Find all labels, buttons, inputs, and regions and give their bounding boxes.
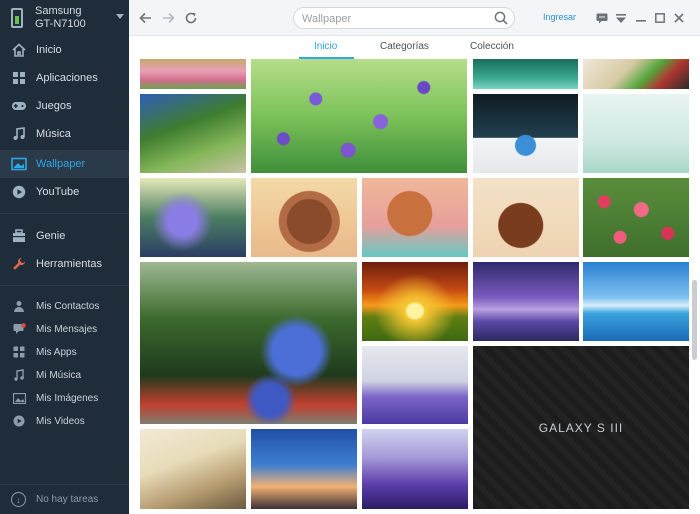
feedback-icon[interactable] bbox=[595, 11, 609, 25]
contacts-icon bbox=[11, 298, 27, 314]
tab-categorias[interactable]: Categorías bbox=[380, 41, 429, 52]
music-note-icon bbox=[11, 126, 27, 142]
wallpaper-thumbnail[interactable] bbox=[251, 59, 467, 173]
forward-arrow-icon[interactable] bbox=[160, 10, 176, 26]
sidebar-item-juegos[interactable]: Juegos bbox=[0, 92, 129, 120]
wallpaper-thumbnail[interactable] bbox=[473, 262, 579, 341]
sidebar: Samsung GT-N7100 Inicio Aplicaciones Jue… bbox=[0, 0, 129, 514]
play-icon bbox=[11, 184, 27, 200]
maximize-icon[interactable] bbox=[653, 11, 667, 25]
sidebar-item-inicio[interactable]: Inicio bbox=[0, 36, 129, 64]
search-icon[interactable] bbox=[494, 11, 508, 25]
gamepad-icon bbox=[11, 98, 27, 114]
device-name: Samsung GT-N7100 bbox=[35, 5, 86, 31]
sidebar-item-label: Mis Apps bbox=[36, 346, 77, 358]
wrench-icon bbox=[11, 256, 27, 272]
sidebar-item-aplicaciones[interactable]: Aplicaciones bbox=[0, 64, 129, 92]
wallpaper-thumbnail[interactable] bbox=[362, 178, 468, 257]
wallpaper-thumbnail[interactable] bbox=[362, 262, 468, 341]
wallpaper-thumbnail[interactable] bbox=[251, 429, 357, 509]
my-apps-icon bbox=[11, 344, 27, 360]
task-status-label: No hay tareas bbox=[36, 494, 99, 505]
minimize-icon[interactable] bbox=[634, 11, 648, 25]
wallpaper-thumbnail[interactable] bbox=[140, 262, 357, 424]
wallpaper-thumbnail[interactable] bbox=[362, 429, 468, 509]
device-model: GT-N7100 bbox=[35, 18, 86, 30]
wallpaper-thumbnail[interactable] bbox=[362, 346, 468, 424]
wallpaper-thumbnail[interactable] bbox=[251, 178, 357, 257]
wallpaper-thumbnail[interactable] bbox=[583, 94, 689, 173]
wallpaper-thumbnail[interactable] bbox=[473, 94, 578, 173]
galaxy-wordmark: GALAXY S III bbox=[538, 420, 624, 435]
sidebar-item-label: Mis Contactos bbox=[36, 300, 100, 312]
wallpaper-thumbnail[interactable] bbox=[473, 178, 579, 257]
close-icon[interactable] bbox=[672, 11, 686, 25]
home-icon bbox=[11, 42, 27, 58]
toolbar: Ingresar bbox=[129, 0, 700, 36]
genie-icon bbox=[11, 228, 27, 244]
sidebar-item-label: Mis Videos bbox=[36, 415, 85, 427]
back-arrow-icon[interactable] bbox=[137, 10, 153, 26]
sidebar-item-label: Mis Mensajes bbox=[36, 323, 98, 335]
wallpaper-thumbnail[interactable] bbox=[583, 178, 689, 257]
images-icon bbox=[11, 390, 27, 406]
tab-inicio[interactable]: Inicio bbox=[314, 41, 337, 52]
sidebar-item-label: Mis Imágenes bbox=[36, 392, 99, 404]
task-status[interactable]: ↓ No hay tareas bbox=[0, 484, 129, 514]
wallpaper-icon bbox=[11, 156, 27, 172]
device-selector[interactable]: Samsung GT-N7100 bbox=[0, 0, 129, 36]
sidebar-item-label: YouTube bbox=[36, 186, 80, 198]
search-input[interactable] bbox=[302, 11, 492, 26]
download-icon: ↓ bbox=[11, 492, 26, 507]
sidebar-item-label: Juegos bbox=[36, 100, 72, 112]
messages-icon bbox=[11, 321, 27, 337]
sidebar-item-herramientas[interactable]: Herramientas bbox=[0, 250, 129, 278]
sidebar-divider bbox=[0, 213, 129, 214]
sidebar-item-label: Herramientas bbox=[36, 258, 103, 270]
sidebar-item-mis-videos[interactable]: Mis Videos bbox=[0, 407, 129, 435]
device-brand: Samsung bbox=[35, 5, 82, 17]
search-box bbox=[293, 7, 515, 29]
wallpaper-thumbnail[interactable] bbox=[140, 59, 246, 89]
wallpaper-thumbnail[interactable] bbox=[473, 59, 578, 89]
tab-coleccion[interactable]: Colección bbox=[470, 41, 514, 52]
sidebar-divider bbox=[0, 285, 129, 286]
videos-icon bbox=[11, 413, 27, 429]
tab-bar: Inicio Categorías Colección bbox=[129, 36, 700, 59]
sidebar-item-wallpaper[interactable]: Wallpaper bbox=[0, 150, 129, 178]
wallpaper-thumbnail[interactable] bbox=[583, 262, 689, 341]
chevron-down-icon[interactable] bbox=[116, 14, 124, 19]
menu-dropdown-icon[interactable] bbox=[614, 11, 628, 25]
refresh-icon[interactable] bbox=[183, 10, 199, 26]
sidebar-item-label: Mi Música bbox=[36, 369, 82, 381]
sidebar-item-label: Música bbox=[36, 128, 71, 140]
phone-battery-icon bbox=[11, 8, 23, 28]
wallpaper-thumbnail[interactable] bbox=[140, 94, 246, 173]
sidebar-item-label: Aplicaciones bbox=[36, 72, 98, 84]
wallpaper-thumbnail[interactable] bbox=[583, 59, 689, 89]
sidebar-item-label: Genie bbox=[36, 230, 66, 242]
wallpaper-thumbnail[interactable] bbox=[140, 429, 246, 509]
app-window: Samsung GT-N7100 Inicio Aplicaciones Jue… bbox=[0, 0, 700, 514]
scrollbar[interactable] bbox=[692, 280, 697, 360]
sidebar-item-label: Wallpaper bbox=[36, 158, 86, 170]
wallpaper-thumbnail[interactable]: GALAXY S III bbox=[473, 346, 689, 509]
wallpaper-thumbnail[interactable] bbox=[140, 178, 246, 257]
apps-grid-icon bbox=[11, 70, 27, 86]
login-link[interactable]: Ingresar bbox=[543, 12, 576, 22]
sidebar-item-youtube[interactable]: YouTube bbox=[0, 178, 129, 206]
wallpaper-grid: GALAXY S III bbox=[129, 59, 700, 514]
sidebar-item-label: Inicio bbox=[36, 44, 62, 56]
sidebar-item-genie[interactable]: Genie bbox=[0, 222, 129, 250]
sidebar-item-musica[interactable]: Música bbox=[0, 120, 129, 148]
my-music-icon bbox=[11, 367, 27, 383]
